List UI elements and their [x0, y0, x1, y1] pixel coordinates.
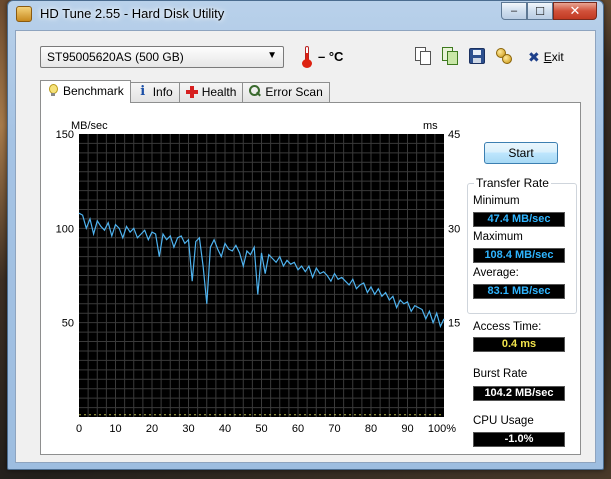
temperature-readout: – °C — [318, 49, 344, 64]
exit-label: Exit — [543, 50, 564, 64]
bulb-icon — [47, 84, 59, 97]
tab-error-scan-label: Error Scan — [265, 85, 323, 99]
y-axis-unit-right: ms — [423, 120, 438, 132]
x-tick-label: 20 — [146, 423, 158, 435]
tab-info[interactable]: i Info — [129, 82, 180, 102]
exit-button[interactable]: ✖ Exit — [528, 47, 564, 67]
access-time-label: Access Time: — [473, 321, 542, 333]
x-tick-label: 40 — [219, 423, 231, 435]
access-time-value: 0.4 ms — [473, 337, 565, 352]
maximize-button[interactable]: ☐ — [527, 2, 553, 20]
magnifier-icon — [249, 85, 261, 98]
x-tick-label: 60 — [292, 423, 304, 435]
drive-select-value: ST95005620AS (500 GB) — [47, 50, 184, 64]
tab-bar: Benchmark i Info Health Error Scan — [40, 80, 330, 103]
chevron-down-icon: ▼ — [267, 50, 277, 61]
cpu-usage-value: -1.0% — [473, 432, 565, 447]
benchmark-panel: 150 100 50 45 30 15 0 10 20 30 40 50 60 70 80 90 100% MB… — [40, 102, 581, 455]
x-tick-label: 0 — [76, 423, 82, 435]
x-tick-label: 10 — [109, 423, 121, 435]
burst-rate-label: Burst Rate — [473, 368, 528, 380]
tab-health[interactable]: Health — [178, 82, 244, 102]
tab-benchmark-label: Benchmark — [63, 84, 124, 98]
y-tick-right: 15 — [448, 318, 460, 330]
app-icon — [16, 6, 32, 22]
transfer-rate-title: Transfer Rate — [474, 176, 551, 190]
benchmark-chart: 150100504530150 10 20 30 40 50 60 70 80 90 100% — [56, 129, 461, 435]
tab-info-label: Info — [152, 85, 173, 99]
y-tick-right: 45 — [448, 129, 460, 141]
y-tick-left: 50 — [62, 318, 74, 330]
x-tick-label: 90 — [401, 423, 413, 435]
x-tick-label: 70 — [328, 423, 340, 435]
y-tick-right: 30 — [448, 223, 460, 235]
options-icon[interactable] — [494, 46, 514, 66]
minimum-label: Minimum — [473, 195, 520, 207]
x-tick-label: 30 — [182, 423, 194, 435]
x-tick-label: 100% — [428, 423, 456, 435]
window-title: HD Tune 2.55 - Hard Disk Utility — [40, 6, 225, 21]
y-axis-unit-left: MB/sec — [71, 120, 108, 132]
burst-rate-value: 104.2 MB/sec — [473, 386, 565, 401]
maximum-value: 108.4 MB/sec — [473, 248, 565, 263]
info-icon: i — [140, 84, 146, 99]
average-value: 83.1 MB/sec — [473, 284, 565, 299]
title-bar[interactable]: HD Tune 2.55 - Hard Disk Utility – ☐ ✕ — [8, 1, 603, 27]
cpu-usage-label: CPU Usage — [473, 415, 534, 427]
start-button[interactable]: Start — [484, 142, 558, 164]
copy-screenshot-icon[interactable] — [440, 46, 460, 66]
client-area: ST95005620AS (500 GB) ▼ – °C ✖ Exit Benc… — [15, 30, 596, 463]
tab-health-label: Health — [201, 85, 237, 99]
maximum-label: Maximum — [473, 231, 523, 243]
x-tick-label: 50 — [255, 423, 267, 435]
tab-error-scan[interactable]: Error Scan — [242, 82, 330, 102]
copy-text-icon[interactable] — [413, 46, 433, 66]
close-button[interactable]: ✕ — [553, 2, 597, 20]
tab-benchmark[interactable]: Benchmark — [40, 80, 131, 103]
app-window: HD Tune 2.55 - Hard Disk Utility – ☐ ✕ S… — [7, 0, 604, 470]
y-tick-left: 100 — [56, 223, 74, 235]
drive-select[interactable]: ST95005620AS (500 GB) ▼ — [40, 46, 284, 68]
x-tick-label: 80 — [365, 423, 377, 435]
caption-buttons: – ☐ ✕ — [501, 2, 597, 20]
exit-x-icon: ✖ — [528, 48, 540, 65]
save-icon[interactable] — [467, 46, 487, 66]
average-label: Average: — [473, 267, 519, 279]
minimum-value: 47.4 MB/sec — [473, 212, 565, 227]
health-icon — [185, 85, 198, 98]
minimize-button[interactable]: – — [501, 2, 527, 20]
thermometer-icon — [302, 46, 312, 68]
